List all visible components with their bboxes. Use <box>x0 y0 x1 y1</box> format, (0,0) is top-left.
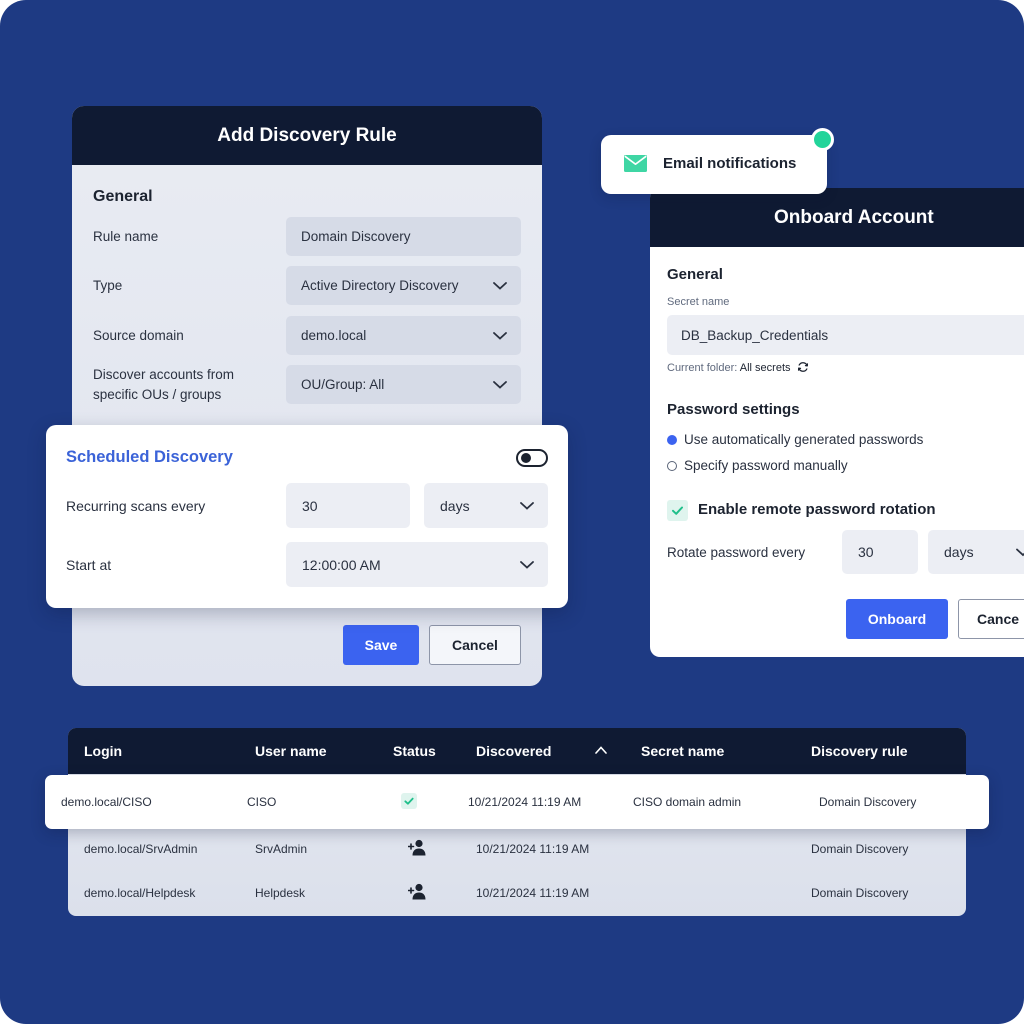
chevron-down-icon <box>493 281 507 290</box>
secret-name-value: DB_Backup_Credentials <box>681 327 829 343</box>
recurring-unit-value: days <box>440 497 470 514</box>
source-domain-select[interactable]: demo.local <box>286 316 521 355</box>
cancel-button[interactable]: Cancel <box>429 625 521 665</box>
rotate-interval-value: 30 <box>858 544 874 560</box>
cell-discovered: 10/21/2024 11:19 AM <box>476 886 590 900</box>
sort-ascending-icon[interactable] <box>595 746 607 754</box>
status-dot <box>811 128 834 151</box>
radio-auto-generated[interactable] <box>667 435 677 445</box>
rule-name-input[interactable]: Domain Discovery <box>286 217 521 256</box>
dialog-title: Onboard Account <box>650 188 1024 247</box>
onboard-account-dialog: Onboard Account General Secret name DB_B… <box>650 188 1024 657</box>
start-at-select[interactable]: 12:00:00 AM <box>286 542 548 587</box>
secret-name-label: Secret name <box>667 296 730 308</box>
rotate-unit-select[interactable]: days <box>928 530 1024 574</box>
cell-discovery-rule: Domain Discovery <box>811 842 909 856</box>
source-domain-label: Source domain <box>93 327 184 343</box>
dialog-title: Add Discovery Rule <box>72 106 542 165</box>
source-domain-value: demo.local <box>301 328 367 343</box>
chevron-down-icon <box>520 560 534 569</box>
cell-user-name: Helpdesk <box>255 886 306 900</box>
password-settings-title: Password settings <box>667 401 800 418</box>
column-user-name[interactable]: User name <box>255 743 327 759</box>
save-button[interactable]: Save <box>343 625 419 665</box>
cell-discovered: 10/21/2024 11:19 AM <box>476 842 590 856</box>
column-secret-name[interactable]: Secret name <box>641 743 724 759</box>
recurring-unit-select[interactable]: days <box>424 483 548 528</box>
table-row-selected[interactable]: demo.local/CISO CISO 10/21/2024 11:19 AM… <box>45 775 989 829</box>
scheduled-discovery-toggle[interactable] <box>516 449 548 467</box>
chevron-down-icon <box>520 501 534 510</box>
type-label: Type <box>93 277 123 293</box>
ou-groups-select[interactable]: OU/Group: All <box>286 365 521 404</box>
cell-user-name: CISO <box>247 795 277 809</box>
cell-discovered: 10/21/2024 11:19 AM <box>468 795 582 809</box>
type-row: Type Active Directory Discovery <box>93 266 521 305</box>
radio-auto-label: Use automatically generated passwords <box>684 432 924 447</box>
check-icon <box>404 797 414 805</box>
type-select[interactable]: Active Directory Discovery <box>286 266 521 305</box>
ou-groups-label: Discover accounts from specific OUs / gr… <box>93 366 235 402</box>
recurring-label: Recurring scans every <box>66 498 206 514</box>
cell-user-name: SrvAdmin <box>255 842 308 856</box>
type-value: Active Directory Discovery <box>301 278 459 293</box>
column-status[interactable]: Status <box>393 743 436 759</box>
rule-name-label: Rule name <box>93 228 159 244</box>
ou-groups-row: Discover accounts from specific OUs / gr… <box>93 365 521 404</box>
mail-icon <box>624 155 647 172</box>
email-notifications-label: Email notifications <box>663 155 797 172</box>
cell-login: demo.local/SrvAdmin <box>84 842 198 856</box>
start-at-label: Start at <box>66 557 112 573</box>
current-folder: Current folder: All secrets <box>667 362 791 374</box>
cell-secret-name: CISO domain admin <box>633 795 742 809</box>
rotation-checkbox[interactable] <box>667 500 688 521</box>
rotate-unit-value: days <box>944 544 974 560</box>
radio-manual[interactable] <box>667 461 677 471</box>
current-folder-label: Current folder: <box>667 362 738 374</box>
cell-discovery-rule: Domain Discovery <box>811 886 909 900</box>
rule-name-value: Domain Discovery <box>301 229 411 244</box>
cancel-button[interactable]: Cance <box>958 599 1024 639</box>
rotate-every-label: Rotate password every <box>667 545 806 560</box>
rotation-label: Enable remote password rotation <box>698 501 936 518</box>
recurring-interval-input[interactable]: 30 <box>286 483 410 528</box>
chevron-down-icon <box>1016 548 1024 557</box>
status-approved <box>401 793 417 809</box>
rotate-interval-input[interactable]: 30 <box>842 530 918 574</box>
email-notifications-badge[interactable]: Email notifications <box>601 135 827 194</box>
section-title-general: General <box>93 188 153 205</box>
toggle-knob <box>521 453 531 463</box>
column-discovered[interactable]: Discovered <box>476 743 551 759</box>
current-folder-value[interactable]: All secrets <box>740 362 791 374</box>
canvas: Add Discovery Rule General Rule name Dom… <box>0 0 1024 1024</box>
column-discovery-rule[interactable]: Discovery rule <box>811 743 908 759</box>
rule-name-row: Rule name Domain Discovery <box>93 217 521 256</box>
start-at-value: 12:00:00 AM <box>302 556 381 573</box>
source-domain-row: Source domain demo.local <box>93 316 521 355</box>
secret-name-input[interactable]: DB_Backup_Credentials <box>667 315 1024 355</box>
add-user-icon[interactable] <box>408 882 427 901</box>
scheduled-discovery-panel: Scheduled Discovery Recurring scans ever… <box>46 425 568 608</box>
refresh-icon[interactable] <box>797 361 809 373</box>
cell-login: demo.local/CISO <box>61 795 152 809</box>
cell-login: demo.local/Helpdesk <box>84 886 196 900</box>
recurring-interval-value: 30 <box>302 497 318 514</box>
onboard-button[interactable]: Onboard <box>846 599 948 639</box>
chevron-down-icon <box>493 331 507 340</box>
chevron-down-icon <box>493 380 507 389</box>
column-login[interactable]: Login <box>84 743 122 759</box>
check-icon <box>672 506 683 515</box>
scheduled-discovery-title: Scheduled Discovery <box>66 448 233 466</box>
table-header: Login User name Status Discovered Secret… <box>68 728 966 774</box>
ou-groups-value: OU/Group: All <box>301 377 385 392</box>
radio-manual-label: Specify password manually <box>684 458 848 473</box>
add-user-icon[interactable] <box>408 838 427 857</box>
cell-discovery-rule: Domain Discovery <box>819 795 917 809</box>
section-title-general: General <box>667 266 723 283</box>
